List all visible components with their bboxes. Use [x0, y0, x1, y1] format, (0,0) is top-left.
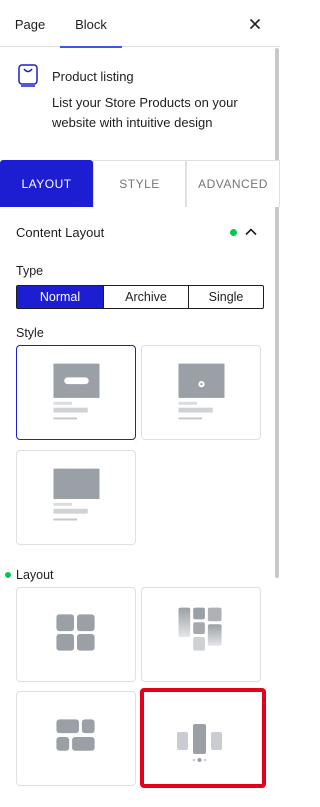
layout-label: Layout — [16, 568, 54, 582]
layout-option-masonry[interactable] — [141, 587, 261, 682]
style-option-3[interactable] — [16, 450, 136, 545]
style-option-1[interactable] — [16, 345, 136, 440]
type-option-archive[interactable]: Archive — [103, 286, 188, 308]
tab-page[interactable]: Page — [0, 0, 60, 47]
masonry-layout-icon — [178, 607, 222, 651]
layout-option-alternate-grid[interactable] — [16, 691, 136, 786]
layout-option-slider[interactable] — [140, 688, 266, 788]
content-layout-title: Content Layout — [16, 225, 105, 240]
type-selector: Normal Archive Single — [16, 285, 264, 309]
style-1-preview-icon — [53, 363, 100, 420]
tab-layout[interactable]: LAYOUT — [0, 160, 93, 207]
block-title: Product listing — [52, 69, 134, 84]
tab-block[interactable]: Block — [60, 0, 122, 48]
product-listing-icon — [18, 64, 38, 87]
style-option-2[interactable] — [141, 345, 261, 440]
style-label: Style — [16, 326, 44, 340]
style-3-preview-icon — [53, 468, 100, 521]
tab-advanced[interactable]: ADVANCED — [186, 160, 280, 207]
sidebar-header: Page Block — [0, 0, 280, 48]
type-option-normal[interactable]: Normal — [17, 286, 103, 308]
layout-modified-indicator — [5, 572, 11, 578]
slider-layout-icon — [177, 724, 222, 762]
grid-layout-icon — [56, 614, 95, 651]
block-description: List your Store Products on your website… — [52, 95, 238, 130]
close-button[interactable] — [243, 12, 267, 36]
layout-option-grid[interactable] — [16, 587, 136, 682]
modified-indicator — [230, 229, 237, 236]
alternate-grid-layout-icon — [56, 719, 95, 751]
chevron-up-icon[interactable] — [243, 224, 259, 240]
tab-style[interactable]: STYLE — [93, 160, 186, 207]
type-option-single[interactable]: Single — [188, 286, 263, 308]
close-icon — [249, 18, 261, 30]
type-label: Type — [16, 264, 44, 278]
panel-tabs: LAYOUT STYLE ADVANCED — [0, 160, 280, 207]
style-2-preview-icon — [178, 363, 225, 420]
